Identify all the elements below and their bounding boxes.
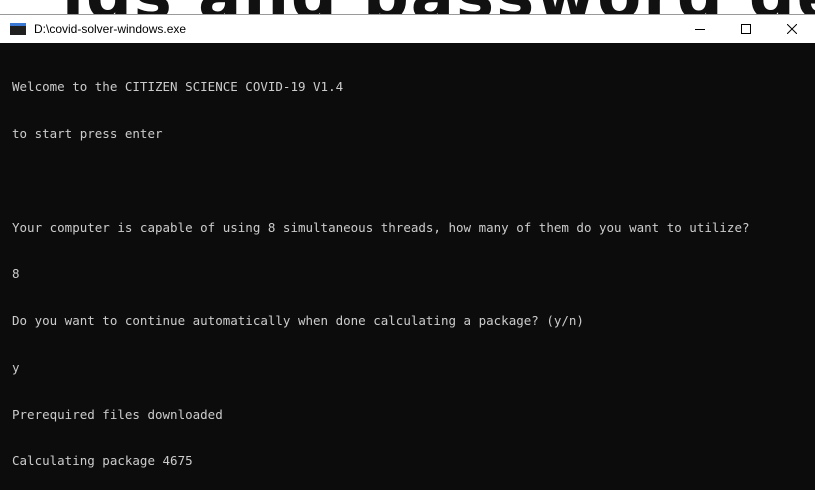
console-window: D:\covid-solver-windows.exe Welcome to t…: [0, 15, 815, 490]
maximize-button[interactable]: [723, 15, 769, 43]
close-button[interactable]: [769, 15, 815, 43]
caption-buttons: [677, 15, 815, 43]
console-line: 8: [12, 266, 20, 282]
minimize-button[interactable]: [677, 15, 723, 43]
close-icon: [787, 24, 797, 34]
window-title: D:\covid-solver-windows.exe: [34, 22, 187, 36]
title-bar[interactable]: D:\covid-solver-windows.exe: [0, 15, 815, 43]
console-line: Prerequired files downloaded: [12, 406, 223, 422]
console-line: to start press enter: [12, 125, 163, 141]
console-line: Calculating package 4675: [12, 453, 193, 469]
console-line: Your computer is capable of using 8 simu…: [12, 219, 750, 235]
maximize-icon: [741, 24, 751, 34]
minimize-icon: [695, 29, 705, 30]
console-app-icon: [10, 23, 26, 35]
console-line: Do you want to continue automatically wh…: [12, 313, 584, 329]
console-line: Welcome to the CITIZEN SCIENCE COVID-19 …: [12, 79, 344, 95]
console-output[interactable]: Welcome to the CITIZEN SCIENCE COVID-19 …: [0, 44, 815, 490]
console-line: y: [12, 359, 20, 375]
